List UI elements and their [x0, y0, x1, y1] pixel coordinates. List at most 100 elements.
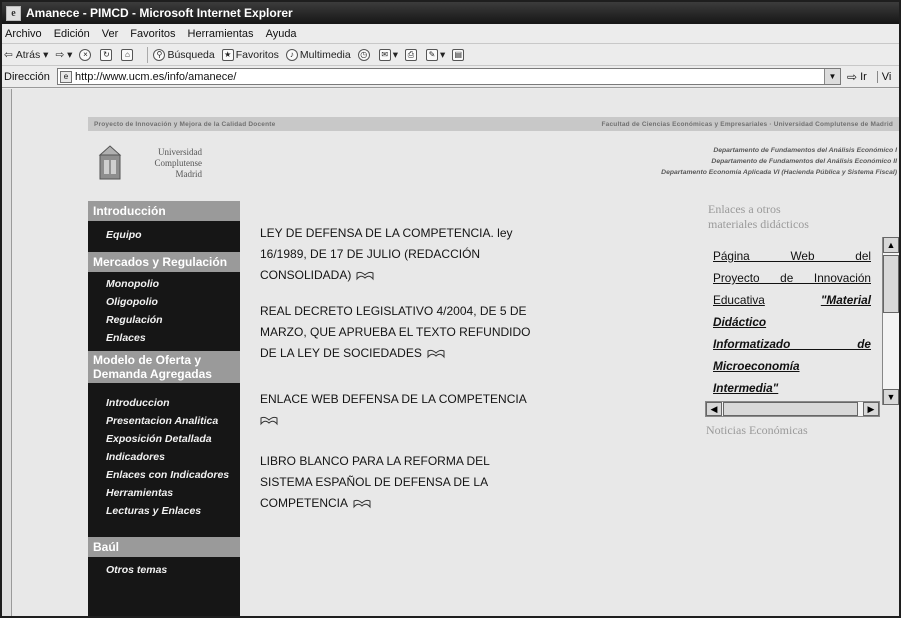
side-link-text[interactable]: Página Web del Proyecto de Innovación Ed… [713, 245, 871, 399]
entry-enlace-web[interactable]: ENLACE WEB DEFENSA DE LA COMPETENCIA [260, 389, 580, 431]
discuss-icon: ▤ [452, 48, 465, 61]
home-icon: ⌂ [121, 48, 134, 61]
toolbar: ⇦ Atrás ▾ ⇨ ▾ × ↻ ⌂ ⚲ Búsqueda ★ Favorit… [2, 44, 899, 66]
history-icon: ◷ [357, 48, 370, 61]
nav-item-regulacion[interactable]: Regulación [106, 314, 163, 326]
menu-herramientas[interactable]: Herramientas [188, 28, 254, 40]
menu-favoritos[interactable]: Favoritos [130, 28, 175, 40]
side-link-line: Página Web del [713, 249, 871, 263]
home-button[interactable]: ⌂ [121, 48, 135, 61]
side-vertical-scrollbar[interactable]: ▲ ▼ [882, 237, 899, 405]
side-horizontal-scrollbar[interactable]: ◀ ▶ [705, 401, 880, 417]
back-label: Atrás [15, 48, 41, 61]
refresh-button[interactable]: ↻ [100, 48, 114, 61]
book-icon[interactable] [356, 271, 374, 281]
search-icon: ⚲ [153, 48, 166, 61]
go-button[interactable]: ⇨ Ir [847, 70, 867, 84]
favorites-label: Favoritos [235, 48, 279, 61]
nav-item-introduccion[interactable]: Introduccion [106, 397, 170, 409]
scroll-up-icon[interactable]: ▲ [883, 237, 899, 253]
left-frame-border [2, 89, 12, 616]
book-icon[interactable] [260, 416, 278, 426]
menu-ver[interactable]: Ver [102, 28, 119, 40]
nav-item-herramientas[interactable]: Herramientas [106, 487, 173, 499]
entry-line: LIBRO BLANCO PARA LA REFORMA DEL [260, 454, 490, 468]
nav-header-baul[interactable]: Baúl [88, 537, 240, 557]
toolbar-separator [147, 46, 149, 63]
horizontal-scroll-thumb[interactable] [723, 402, 858, 416]
nav-item-presentacion-analitica[interactable]: Presentacion Analitica [106, 415, 218, 427]
stop-button[interactable]: × [79, 48, 93, 61]
departments: Departamento de Fundamentos del Análisis… [661, 145, 897, 178]
entry-line: CONSOLIDADA) [260, 268, 352, 282]
go-arrow-icon: ⇨ [847, 69, 858, 84]
book-icon[interactable] [353, 499, 371, 509]
menu-edicion[interactable]: Edición [54, 28, 90, 40]
address-label: Dirección [4, 70, 50, 83]
side-link-line: Educativa [713, 293, 765, 307]
side-bold-line: Informatizado de [713, 337, 871, 351]
back-button[interactable]: ⇦ Atrás ▾ [4, 49, 48, 61]
edit-button[interactable]: ✎ ▾ [425, 48, 446, 61]
nav-item-exposicion-detallada[interactable]: Exposición Detallada [106, 433, 212, 445]
entry-real-decreto[interactable]: REAL DECRETO LEGISLATIVO 4/2004, DE 5 DE… [260, 301, 580, 364]
entry-line: REAL DECRETO LEGISLATIVO 4/2004, DE 5 DE [260, 304, 527, 318]
entry-libro-blanco[interactable]: LIBRO BLANCO PARA LA REFORMA DEL SISTEMA… [260, 451, 580, 514]
forward-arrow-icon: ⇨ ▾ [55, 48, 73, 61]
left-nav-menu: Introducción Equipo Mercados y Regulació… [88, 201, 240, 616]
menu-archivo[interactable]: Archivo [5, 28, 42, 40]
nav-header-introduccion[interactable]: Introducción [88, 201, 240, 221]
discuss-button[interactable]: ▤ [452, 48, 466, 61]
nav-item-enlaces-indicadores[interactable]: Enlaces con Indicadores [106, 469, 229, 481]
side-bold-line: Microeconomía [713, 359, 800, 373]
department-1: Departamento de Fundamentos del Análisis… [713, 147, 897, 154]
nav-item-oligopolio[interactable]: Oligopolio [106, 296, 158, 308]
nav-item-otros-temas[interactable]: Otros temas [106, 564, 167, 576]
book-icon[interactable] [427, 349, 445, 359]
edit-dropdown-icon: ▾ [439, 48, 446, 61]
entry-line: COMPETENCIA [260, 496, 349, 510]
address-input[interactable]: e http://www.ucm.es/info/amanece/ ▼ [57, 68, 841, 85]
back-arrow-icon: ⇦ [4, 48, 16, 61]
side-title-line: Enlaces a otros [708, 202, 781, 216]
scroll-right-icon[interactable]: ▶ [863, 402, 879, 416]
scroll-down-icon[interactable]: ▼ [883, 389, 899, 405]
nav-item-monopolio[interactable]: Monopolio [106, 278, 159, 290]
forward-button[interactable]: ⇨ ▾ [55, 49, 72, 61]
multimedia-icon: ♪ [285, 48, 298, 61]
window-title: Amanece - PIMCD - Microsoft Internet Exp… [26, 6, 293, 20]
entry-line: LEY DE DEFENSA DE LA COMPETENCIA. ley [260, 226, 513, 240]
strip-right-text: Facultad de Ciencias Económicas y Empres… [601, 120, 893, 128]
side-links-box[interactable]: Página Web del Proyecto de Innovación Ed… [705, 245, 880, 415]
entry-line: MARZO, QUE APRUEBA EL TEXTO REFUNDIDO [260, 325, 531, 339]
nav-item-enlaces[interactable]: Enlaces [106, 332, 146, 344]
mail-button[interactable]: ✉ ▾ [378, 48, 398, 61]
address-dropdown-icon[interactable]: ▼ [824, 69, 840, 84]
print-icon: ⎙ [404, 48, 417, 61]
links-label[interactable]: Vi [876, 70, 891, 83]
scroll-left-icon[interactable]: ◀ [706, 402, 722, 416]
search-button[interactable]: ⚲ Búsqueda [153, 48, 215, 61]
side-title-line: materiales didácticos [708, 217, 809, 231]
nav-header-modelo[interactable]: Modelo de Oferta y Demanda Agregadas [88, 351, 240, 383]
side-bold-line: Didáctico [713, 315, 767, 329]
page-viewport: Proyecto de Innovación y Mejora de la Ca… [2, 89, 899, 616]
title-bar: e Amanece - PIMCD - Microsoft Internet E… [2, 2, 899, 24]
favorites-button[interactable]: ★ Favoritos [221, 48, 279, 61]
strip-left-text: Proyecto de Innovación y Mejora de la Ca… [94, 120, 276, 128]
entry-line: DE LA LEY DE SOCIEDADES [260, 346, 422, 360]
print-button[interactable]: ⎙ [404, 48, 419, 61]
entry-ley-defensa[interactable]: LEY DE DEFENSA DE LA COMPETENCIA. ley 16… [260, 223, 580, 286]
menu-ayuda[interactable]: Ayuda [266, 28, 297, 40]
go-label: Ir [860, 70, 867, 83]
vertical-scroll-thumb[interactable] [883, 255, 899, 313]
nav-item-lecturas-enlaces[interactable]: Lecturas y Enlaces [106, 505, 201, 517]
nav-item-equipo[interactable]: Equipo [106, 229, 142, 241]
department-2: Departamento de Fundamentos del Análisis… [711, 158, 897, 165]
history-button[interactable]: ◷ [357, 48, 372, 61]
nav-header-mercados[interactable]: Mercados y Regulación [88, 252, 240, 272]
ucm-logo: Universidad Complutense Madrid [96, 137, 212, 189]
multimedia-button[interactable]: ♪ Multimedia [285, 48, 351, 61]
entry-line: SISTEMA ESPAÑOL DE DEFENSA DE LA [260, 475, 489, 489]
nav-item-indicadores[interactable]: Indicadores [106, 451, 165, 463]
